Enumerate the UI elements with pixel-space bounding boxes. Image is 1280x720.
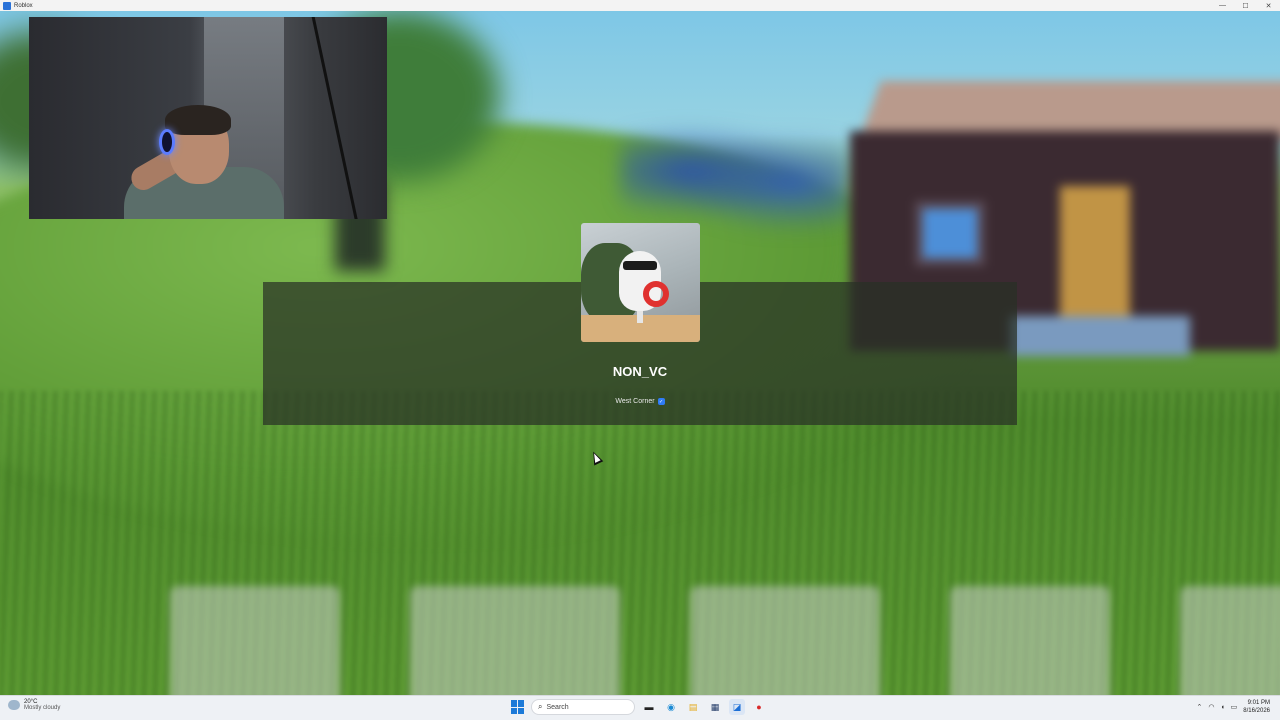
clock-time: 9:01 PM xyxy=(1247,700,1270,706)
creator-name[interactable]: West Corner xyxy=(615,398,654,405)
weather-condition: Mostly cloudy xyxy=(24,705,61,711)
system-tray: ⌃ ◠ ◖ ▭ 9:01 PM 8/16/2026 xyxy=(1196,699,1270,715)
streamer-hair xyxy=(165,105,231,135)
webcam-overlay xyxy=(29,17,387,219)
taskbar-app-store[interactable]: ▦ xyxy=(707,699,723,715)
chevron-up-icon[interactable]: ⌃ xyxy=(1196,703,1202,711)
taskbar-clock[interactable]: 9:01 PM 8/16/2026 xyxy=(1243,699,1270,715)
window-controls: — ☐ ✕ xyxy=(1211,0,1280,11)
start-button[interactable] xyxy=(511,700,525,714)
windows-logo-tile xyxy=(518,707,524,714)
verified-badge-icon: ✓ xyxy=(657,398,665,405)
windows-logo-tile xyxy=(518,700,524,707)
logo-letter-shape xyxy=(170,586,340,695)
taskbar-app-roblox[interactable]: ◪ xyxy=(729,699,745,715)
cloud-icon xyxy=(8,700,20,710)
window-titlebar: Roblox — ☐ ✕ xyxy=(0,0,1280,11)
logo-letter-shape xyxy=(410,586,620,695)
mic-stand xyxy=(637,309,643,323)
maximize-button[interactable]: ☐ xyxy=(1234,0,1257,11)
weather-widget[interactable]: 20°C Mostly cloudy xyxy=(8,699,60,711)
taskbar-center: ⌕ Search ▬ ◉ ▤ ▦ ◪ ● xyxy=(511,699,767,715)
creator-row: West Corner ✓ xyxy=(263,398,1017,405)
clock-date: 8/16/2026 xyxy=(1243,708,1270,714)
taskbar-search[interactable]: ⌕ Search xyxy=(531,699,635,715)
house-door xyxy=(1060,186,1130,316)
close-button[interactable]: ✕ xyxy=(1257,0,1280,11)
taskbar-app-red[interactable]: ● xyxy=(751,699,767,715)
window-title: Roblox xyxy=(14,2,33,9)
game-thumbnail xyxy=(581,223,700,342)
battery-icon[interactable]: ▭ xyxy=(1231,703,1238,711)
house-window xyxy=(915,201,985,266)
search-icon: ⌕ xyxy=(538,702,543,711)
roblox-logo-blurred xyxy=(170,586,1280,695)
headset-icon xyxy=(159,129,175,155)
windows-logo-tile xyxy=(511,707,517,714)
game-title: NON_VC xyxy=(612,364,668,379)
logo-letter-shape xyxy=(690,586,880,695)
sunglasses-icon xyxy=(623,261,657,270)
logo-letter-shape xyxy=(1180,586,1280,695)
taskbar-app-edge[interactable]: ◉ xyxy=(663,699,679,715)
speaker-icon[interactable]: ◖ xyxy=(1220,704,1224,711)
house-steps xyxy=(1010,316,1190,356)
webcam-cable xyxy=(310,17,361,219)
lifebuoy-icon xyxy=(643,281,669,307)
taskbar-app-folder[interactable]: ▤ xyxy=(685,699,701,715)
minimize-button[interactable]: — xyxy=(1211,0,1234,11)
logo-letter-shape xyxy=(950,586,1110,695)
taskbar-app-file-explorer[interactable]: ▬ xyxy=(641,699,657,715)
roblox-app-icon xyxy=(3,1,11,10)
windows-taskbar: 20°C Mostly cloudy ⌕ Search ▬ ◉ ▤ ▦ ◪ ● … xyxy=(0,695,1280,720)
wifi-icon[interactable]: ◠ xyxy=(1208,703,1214,711)
blue-trees-decoration xyxy=(620,111,850,231)
search-placeholder: Search xyxy=(546,703,569,711)
windows-logo-tile xyxy=(511,700,517,707)
